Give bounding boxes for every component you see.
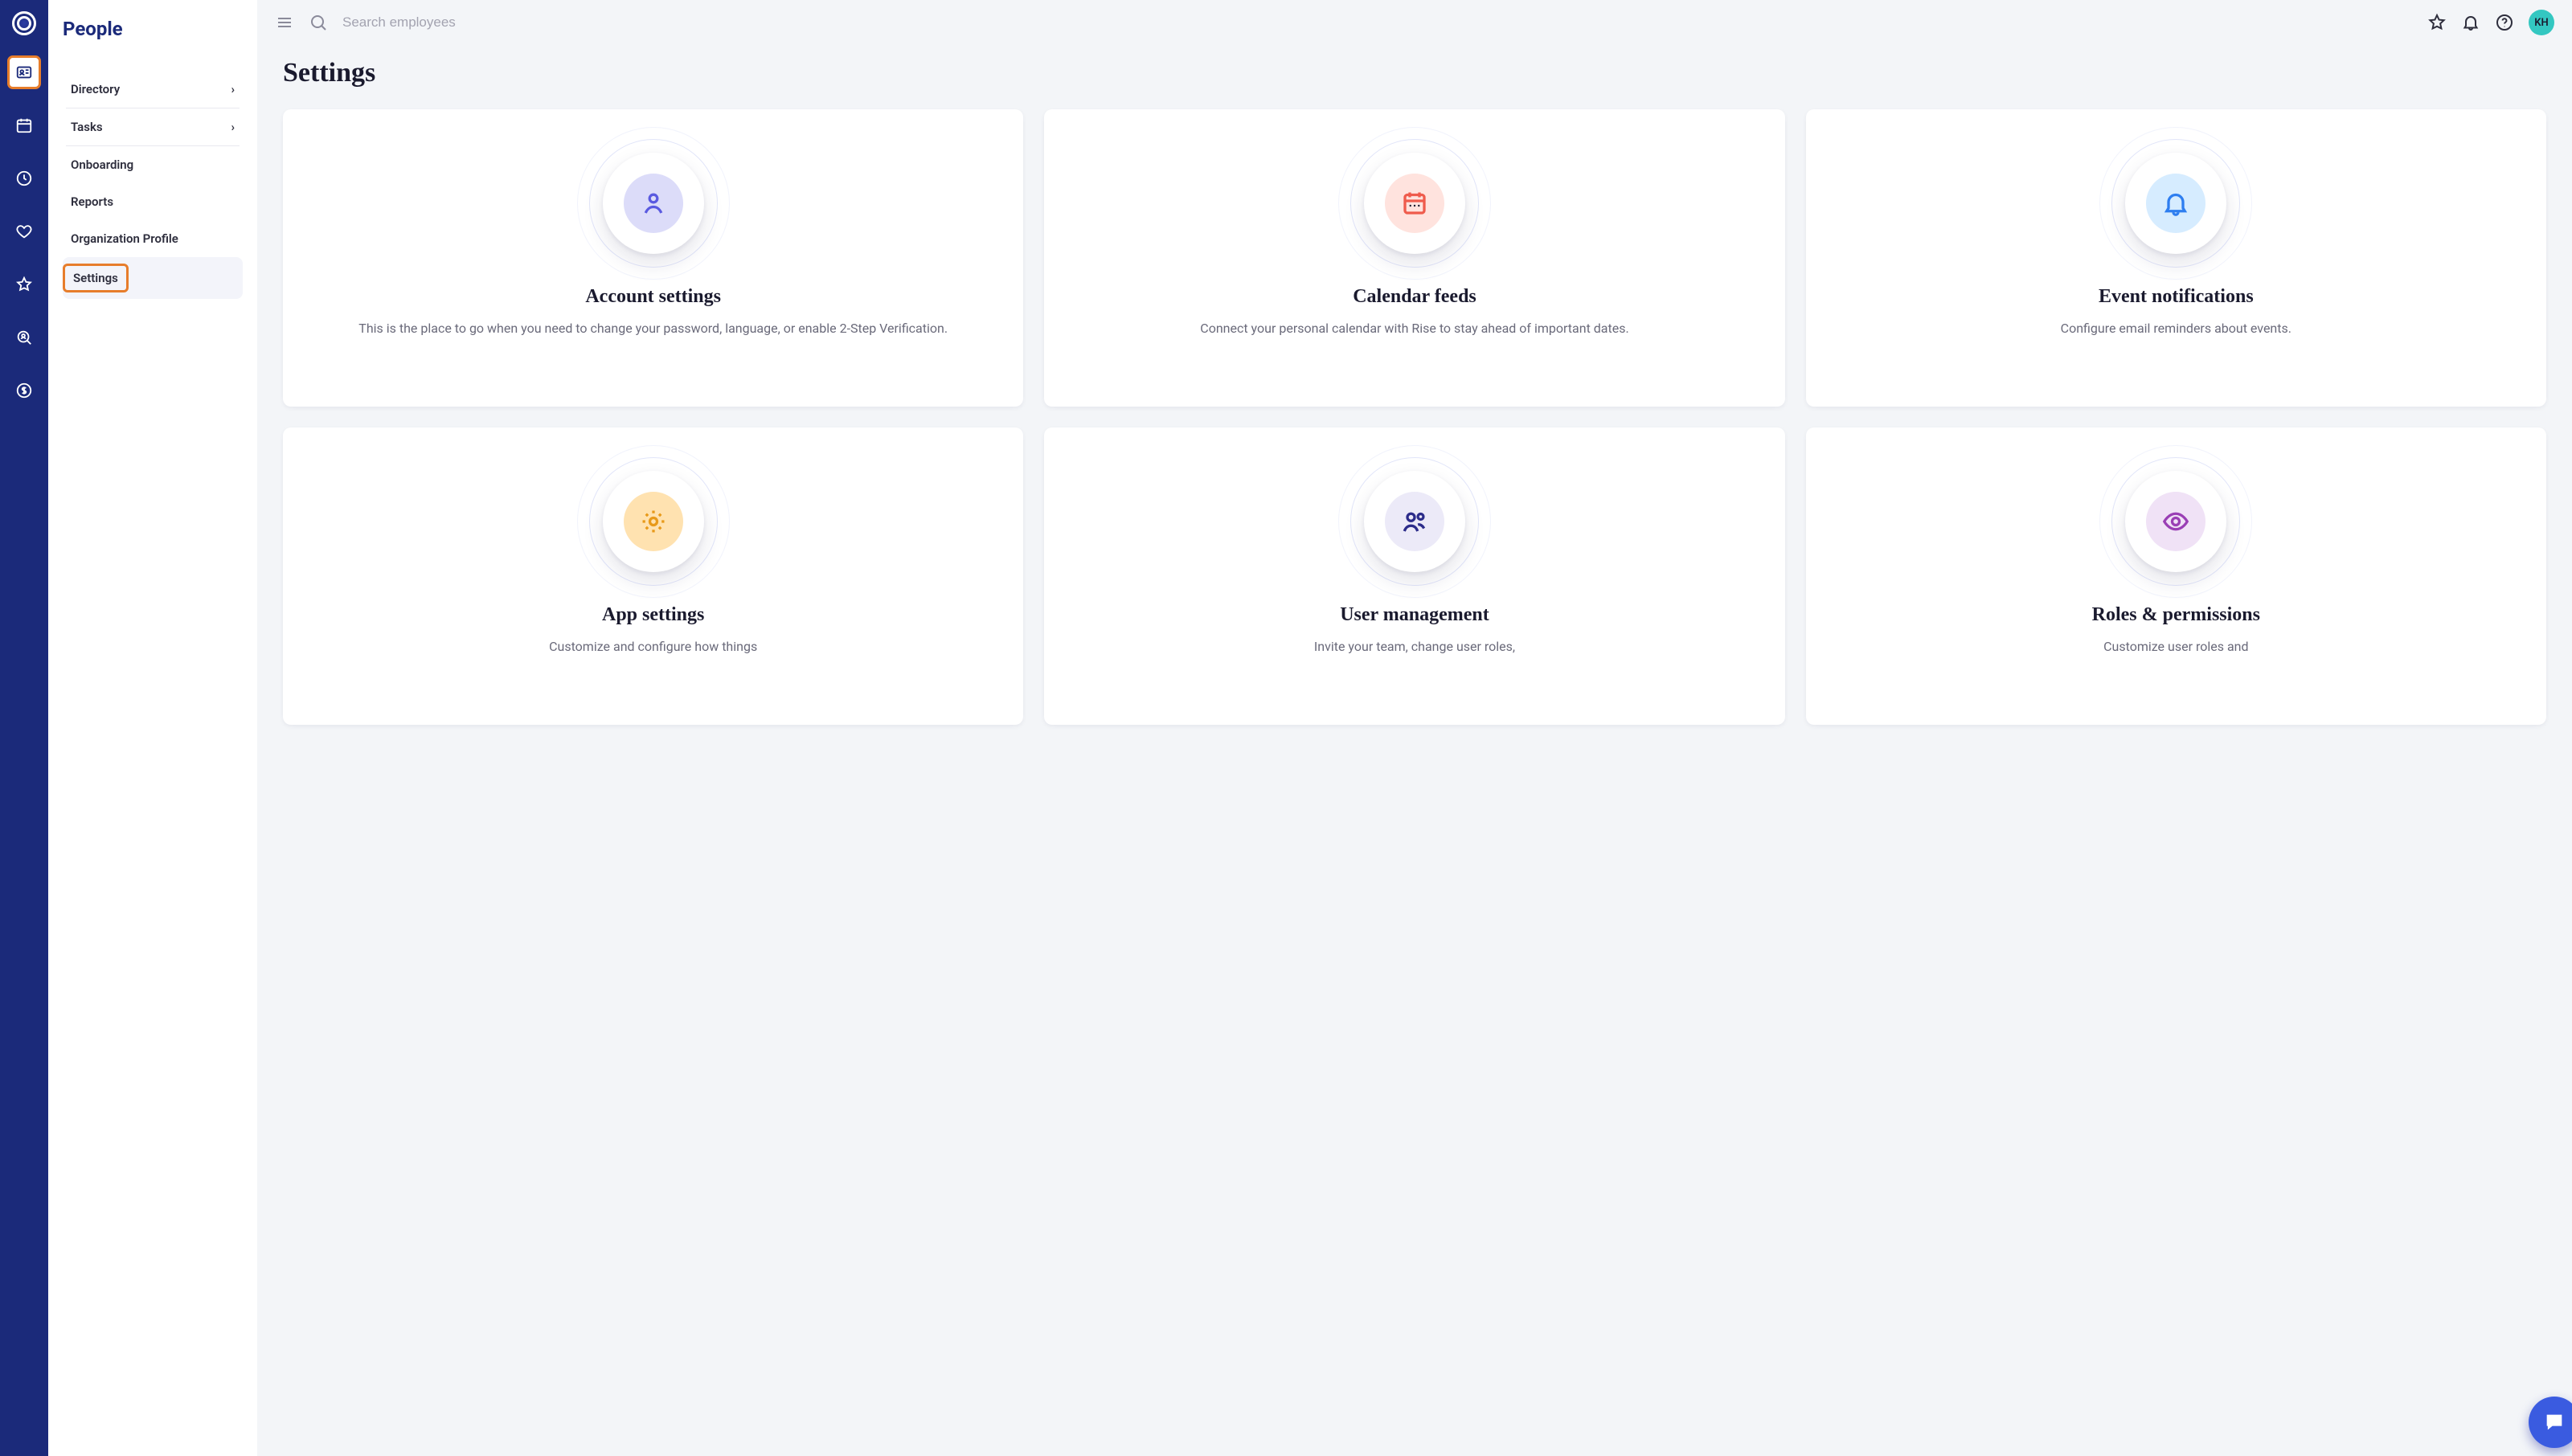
rail-item-time[interactable] — [8, 162, 40, 194]
id-card-icon — [15, 63, 33, 81]
card-illustration — [305, 445, 1001, 598]
people-icon — [1400, 507, 1429, 536]
card-desc: Customize and configure how things — [305, 637, 1001, 657]
calendar-icon — [1400, 189, 1429, 218]
chat-icon — [2543, 1411, 2566, 1434]
rail-item-people[interactable] — [8, 56, 40, 88]
card-event-notifications[interactable]: Event notifications Configure email remi… — [1806, 109, 2546, 407]
sidebar-item-label: Organization Profile — [71, 231, 178, 246]
help-button[interactable] — [2495, 13, 2514, 32]
card-calendar-feeds[interactable]: Calendar feeds Connect your personal cal… — [1044, 109, 1784, 407]
card-app-settings[interactable]: App settings Customize and configure how… — [283, 427, 1023, 725]
sidebar-item-label: Tasks — [71, 120, 103, 134]
card-roles-permissions[interactable]: Roles & permissions Customize user roles… — [1806, 427, 2546, 725]
card-illustration — [1067, 127, 1762, 280]
help-circle-icon — [2495, 13, 2514, 32]
dollar-circle-icon — [15, 382, 33, 399]
card-title: Account settings — [305, 286, 1001, 308]
card-desc: Connect your personal calendar with Rise… — [1067, 319, 1762, 339]
rail-item-payroll[interactable] — [8, 374, 40, 407]
search-button[interactable] — [309, 13, 328, 32]
gear-icon — [639, 507, 668, 536]
notifications-button[interactable] — [2461, 13, 2480, 32]
content-region: Settings Account settings This is the pl… — [257, 45, 2572, 1456]
sidebar-item-onboarding[interactable]: Onboarding — [63, 146, 243, 183]
rail-item-health[interactable] — [8, 215, 40, 247]
user-initials: KH — [2534, 17, 2548, 29]
sidebar-item-org-profile[interactable]: Organization Profile — [63, 220, 243, 257]
sidebar-item-label: Reports — [71, 194, 113, 209]
main: KH Settings Account settings This is the… — [257, 0, 2572, 1456]
rail-item-recruit[interactable] — [8, 321, 40, 354]
hamburger-icon — [275, 13, 294, 32]
heart-icon — [15, 223, 33, 240]
sidebar-item-settings[interactable]: Settings — [63, 257, 243, 299]
chevron-right-icon: › — [231, 82, 235, 96]
card-illustration — [1067, 445, 1762, 598]
card-title: User management — [1067, 604, 1762, 626]
section-title: People — [63, 18, 243, 40]
sidebar-item-label: Settings — [73, 271, 118, 285]
card-illustration — [1829, 127, 2524, 280]
favorites-button[interactable] — [2427, 13, 2447, 32]
card-illustration — [1829, 445, 2524, 598]
calendar-icon — [15, 117, 33, 134]
clock-icon — [15, 170, 33, 187]
page-title: Settings — [283, 58, 2546, 88]
card-desc: Configure email reminders about events. — [1829, 319, 2524, 339]
person-icon — [639, 189, 668, 218]
side-panel: People Directory › Tasks › Onboarding Re… — [48, 0, 257, 1456]
card-account-settings[interactable]: Account settings This is the place to go… — [283, 109, 1023, 407]
sidebar-item-label: Onboarding — [71, 157, 133, 172]
settings-grid: Account settings This is the place to go… — [283, 109, 2546, 725]
star-icon — [15, 276, 33, 293]
bell-icon — [2461, 13, 2480, 32]
sidebar-item-label: Directory — [71, 82, 120, 96]
sidebar-item-directory[interactable]: Directory › — [63, 71, 243, 108]
card-title: App settings — [305, 604, 1001, 626]
card-illustration — [305, 127, 1001, 280]
bell-icon — [2161, 189, 2190, 218]
person-search-icon — [15, 329, 33, 346]
card-title: Roles & permissions — [1829, 604, 2524, 626]
user-avatar[interactable]: KH — [2529, 10, 2554, 35]
chevron-right-icon: › — [231, 120, 235, 134]
app-logo[interactable] — [12, 11, 36, 35]
sidebar-item-tasks[interactable]: Tasks › — [63, 108, 243, 145]
menu-toggle[interactable] — [275, 13, 294, 32]
card-title: Calendar feeds — [1067, 286, 1762, 308]
icon-rail — [0, 0, 48, 1456]
card-title: Event notifications — [1829, 286, 2524, 308]
rail-item-perform[interactable] — [8, 268, 40, 301]
card-desc: This is the place to go when you need to… — [305, 319, 1001, 339]
card-user-management[interactable]: User management Invite your team, change… — [1044, 427, 1784, 725]
search-input[interactable] — [342, 14, 664, 31]
star-outline-icon — [2427, 13, 2447, 32]
topbar: KH — [257, 0, 2572, 45]
card-desc: Invite your team, change user roles, — [1067, 637, 1762, 657]
eye-icon — [2161, 507, 2190, 536]
search-icon — [309, 13, 328, 32]
card-desc: Customize user roles and — [1829, 637, 2524, 657]
sidebar-item-reports[interactable]: Reports — [63, 183, 243, 220]
rail-item-calendar[interactable] — [8, 109, 40, 141]
